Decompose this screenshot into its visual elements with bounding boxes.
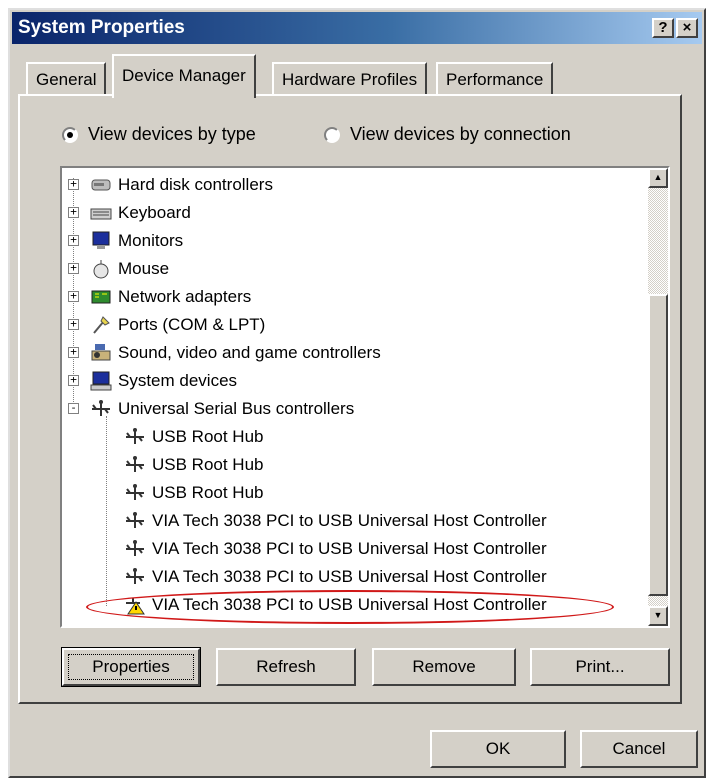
tree-line: [106, 416, 107, 606]
usb-warning-icon: [124, 595, 146, 615]
device-tree-item[interactable]: VIA Tech 3038 PCI to USB Universal Host …: [124, 564, 547, 590]
tab-device-manager[interactable]: Device Manager: [112, 54, 256, 98]
remove-button[interactable]: Remove: [372, 648, 516, 686]
port-icon: [90, 315, 112, 335]
refresh-button[interactable]: Refresh: [216, 648, 356, 686]
keyboard-icon: [90, 203, 112, 223]
network-adapter-icon: [90, 287, 112, 307]
window-title: System Properties: [18, 17, 185, 38]
expand-icon[interactable]: +: [68, 262, 79, 274]
computer-icon: [90, 371, 112, 391]
device-tree-item[interactable]: + Hard disk controllers: [68, 172, 273, 198]
usb-icon: [124, 483, 146, 503]
title-bar[interactable]: System Properties ? ×: [12, 12, 702, 44]
ok-button[interactable]: OK: [430, 730, 566, 768]
hard-disk-icon: [90, 175, 112, 195]
device-tree-item[interactable]: USB Root Hub: [124, 424, 264, 450]
device-label: USB Root Hub: [152, 427, 264, 446]
device-tree-item[interactable]: VIA Tech 3038 PCI to USB Universal Host …: [124, 592, 547, 618]
device-label: Hard disk controllers: [118, 175, 273, 194]
device-label: Sound, video and game controllers: [118, 343, 381, 362]
expand-icon[interactable]: +: [68, 290, 79, 302]
monitor-icon: [90, 231, 112, 251]
vertical-scrollbar[interactable]: ▲ ▼: [648, 168, 668, 626]
device-tree-item[interactable]: + System devices: [68, 368, 238, 394]
expand-icon[interactable]: +: [68, 178, 79, 190]
view-by-type-radio[interactable]: View devices by type: [62, 124, 256, 145]
device-label: Mouse: [118, 259, 170, 278]
usb-icon: [90, 399, 112, 419]
device-tree-item[interactable]: + Mouse: [68, 256, 170, 282]
expand-icon[interactable]: +: [68, 234, 79, 246]
device-tree-item[interactable]: - Universal Serial Bus controllers: [68, 396, 355, 422]
focus-rect: [68, 654, 194, 680]
tab-hardware-profiles[interactable]: Hardware Profiles: [272, 62, 428, 96]
device-tree-item[interactable]: USB Root Hub: [124, 480, 264, 506]
expand-icon[interactable]: +: [68, 318, 79, 330]
scroll-thumb[interactable]: [648, 294, 668, 596]
expand-icon[interactable]: +: [68, 374, 79, 386]
usb-icon: [124, 539, 146, 559]
device-tree-item[interactable]: + Ports (COM & LPT): [68, 312, 266, 338]
device-tree-item[interactable]: + Network adapters: [68, 284, 252, 310]
usb-icon: [124, 427, 146, 447]
device-tree[interactable]: + Hard disk controllers + Keyboard + Monitors…: [60, 166, 670, 628]
device-label: System devices: [118, 371, 238, 390]
usb-icon: [124, 455, 146, 475]
view-by-connection-radio[interactable]: View devices by connection: [324, 124, 571, 145]
scroll-up-button[interactable]: ▲: [648, 168, 668, 188]
device-tree-item[interactable]: VIA Tech 3038 PCI to USB Universal Host …: [124, 536, 547, 562]
view-by-connection-label: View devices by connection: [350, 124, 571, 144]
device-tree-item[interactable]: + Monitors: [68, 228, 184, 254]
expand-icon[interactable]: +: [68, 206, 79, 218]
device-tree-item[interactable]: + Keyboard: [68, 200, 191, 226]
close-button[interactable]: ×: [676, 18, 698, 38]
expand-icon[interactable]: +: [68, 346, 79, 358]
usb-icon: [124, 567, 146, 587]
device-label: VIA Tech 3038 PCI to USB Universal Host …: [152, 511, 547, 530]
scroll-down-button[interactable]: ▼: [648, 606, 668, 626]
device-tree-item[interactable]: VIA Tech 3038 PCI to USB Universal Host …: [124, 508, 547, 534]
device-label: Keyboard: [118, 203, 191, 222]
device-label: Ports (COM & LPT): [118, 315, 266, 334]
device-label: Universal Serial Bus controllers: [118, 399, 355, 418]
view-by-type-label: View devices by type: [88, 124, 256, 144]
properties-button[interactable]: Properties: [61, 647, 201, 687]
collapse-icon[interactable]: -: [68, 402, 79, 414]
device-label: Monitors: [118, 231, 184, 250]
device-tree-item[interactable]: + Sound, video and game controllers: [68, 340, 381, 366]
tab-general[interactable]: General: [26, 62, 107, 96]
device-label: USB Root Hub: [152, 483, 264, 502]
print-button[interactable]: Print...: [530, 648, 670, 686]
tab-performance[interactable]: Performance: [436, 62, 554, 96]
radio-checked-icon: [62, 126, 78, 143]
sound-icon: [90, 343, 112, 363]
cancel-button[interactable]: Cancel: [580, 730, 698, 768]
mouse-icon: [90, 259, 112, 279]
device-label: USB Root Hub: [152, 455, 264, 474]
device-label: Network adapters: [118, 287, 252, 306]
usb-icon: [124, 511, 146, 531]
device-label: VIA Tech 3038 PCI to USB Universal Host …: [152, 539, 547, 558]
device-label: VIA Tech 3038 PCI to USB Universal Host …: [152, 595, 547, 614]
device-tree-item[interactable]: USB Root Hub: [124, 452, 264, 478]
help-button[interactable]: ?: [652, 18, 674, 38]
device-label: VIA Tech 3038 PCI to USB Universal Host …: [152, 567, 547, 586]
radio-unchecked-icon: [324, 126, 340, 143]
